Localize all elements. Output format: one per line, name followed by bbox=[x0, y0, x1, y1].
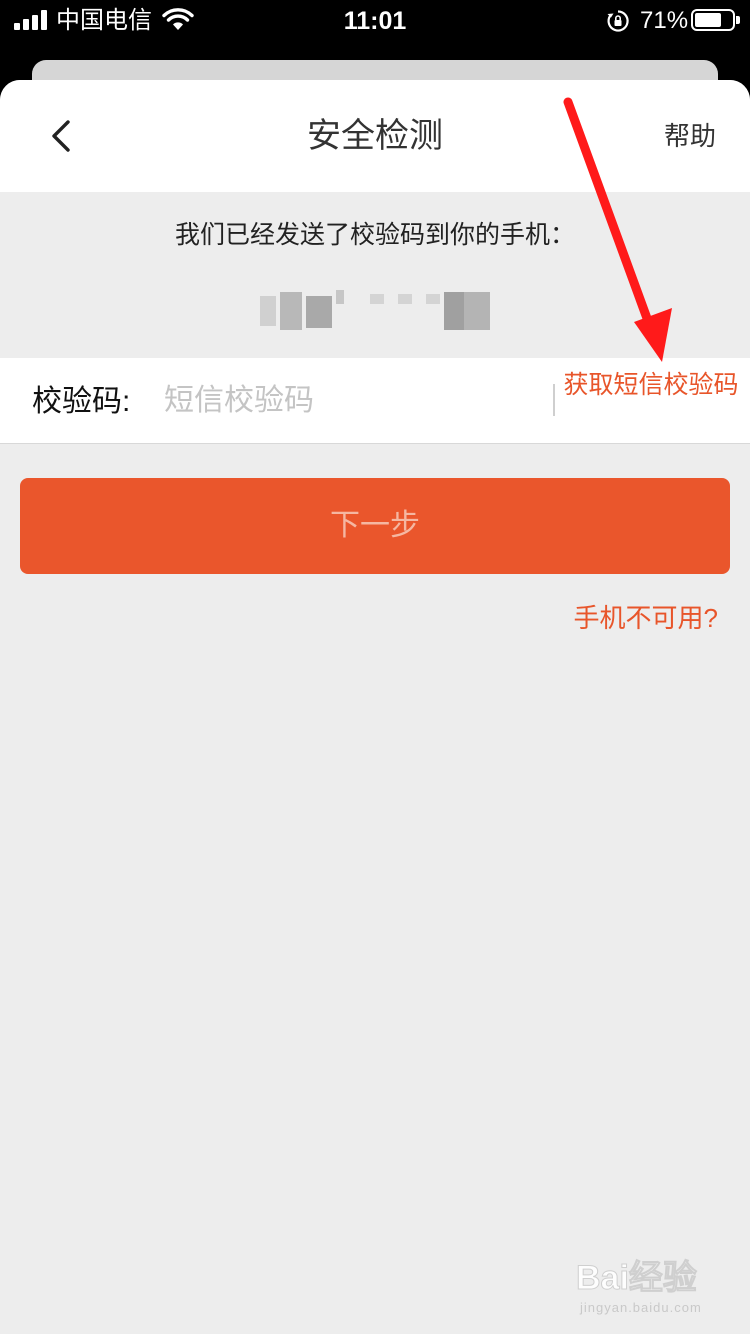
next-step-button[interactable]: 下一步 bbox=[20, 478, 730, 574]
clock: 11:01 bbox=[343, 7, 407, 35]
baidu-jingyan-watermark: Bai经验 jingyan.baidu.com bbox=[576, 1258, 736, 1320]
watermark-url: jingyan.baidu.com bbox=[580, 1300, 702, 1315]
status-bar: 中国电信 11:01 71% bbox=[0, 0, 750, 44]
sms-code-input[interactable] bbox=[164, 376, 534, 426]
page-title: 安全检测 bbox=[307, 117, 443, 155]
help-button[interactable]: 帮助 bbox=[664, 118, 716, 154]
divider bbox=[553, 384, 555, 416]
battery-icon bbox=[691, 9, 740, 31]
battery-percent: 71% bbox=[640, 7, 689, 34]
get-sms-code-button[interactable]: 获取短信校验码 bbox=[560, 370, 742, 400]
security-check-sheet: 安全检测 帮助 我们已经发送了校验码到你的手机： 校验码: 获取短信校验码 下一… bbox=[0, 80, 750, 1334]
nav-bar: 安全检测 帮助 bbox=[0, 80, 750, 192]
verification-code-row: 校验码: 获取短信校验码 bbox=[0, 358, 750, 444]
watermark-brand: Bai经验 bbox=[576, 1259, 698, 1298]
phone-unavailable-link[interactable]: 手机不可用? bbox=[574, 600, 718, 636]
rotation-lock-icon bbox=[607, 10, 629, 32]
code-sent-message: 我们已经发送了校验码到你的手机： bbox=[174, 221, 575, 249]
code-label: 校验码: bbox=[32, 385, 131, 418]
masked-phone-number bbox=[260, 290, 490, 332]
